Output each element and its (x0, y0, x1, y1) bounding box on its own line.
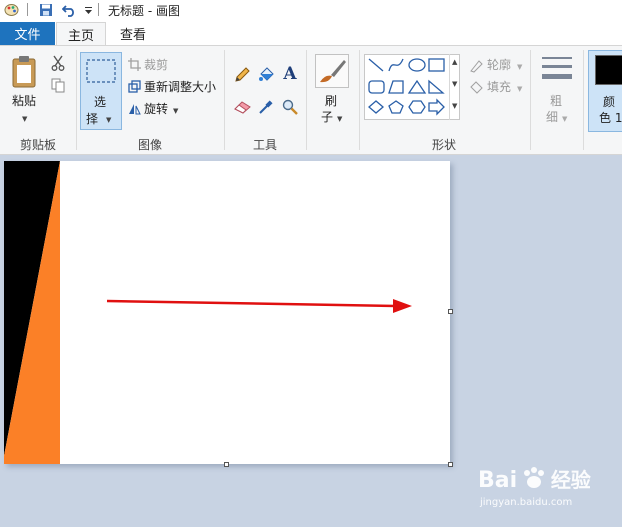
rotate-dropdown-arrow[interactable]: ▼ (173, 102, 178, 116)
ribbon-home: 粘贴 ▼ 剪贴板 选 择 ▼ 裁剪 重新调整大小 旋转 ▼ 图像 A 工具 刷 … (0, 45, 622, 155)
tools-group-label: 工具 (252, 138, 277, 152)
baidu-watermark: Bai 经验 jingyan.baidu.com (478, 464, 591, 508)
title-bar: 无标题 - 画图 (0, 0, 622, 20)
tab-home[interactable]: 主页 (56, 22, 106, 45)
brushes-label-2[interactable]: 子 (321, 108, 333, 125)
ribbon-tabs: 文件 主页 查看 (0, 20, 622, 45)
outline-button[interactable]: 轮廓 (487, 56, 511, 73)
size-label-2[interactable]: 细 (546, 108, 558, 125)
select-dropdown-arrow: ▼ (106, 116, 112, 124)
drawing-canvas[interactable] (4, 161, 450, 464)
clipboard-group-label: 剪贴板 (19, 138, 56, 152)
color1-label-1: 颜 (603, 95, 616, 109)
resize-button[interactable]: 重新调整大小 (144, 78, 216, 95)
shapes-gallery[interactable] (364, 54, 460, 120)
color1-button[interactable]: 颜 色 1 (588, 50, 622, 132)
shapes-group-label: 形状 (431, 138, 456, 152)
red-arrow-line (106, 299, 397, 308)
window-title: 无标题 - 画图 (108, 4, 180, 18)
color1-label-2: 色 1 (599, 111, 622, 125)
text-tool-icon[interactable]: A (281, 64, 299, 84)
fill-icon (468, 79, 484, 95)
select-button[interactable]: 选 择 ▼ (80, 52, 122, 130)
crop-icon (127, 57, 141, 71)
shapes-gallery-icons[interactable] (365, 55, 461, 121)
brush-icon[interactable] (315, 54, 349, 88)
copy-icon[interactable] (50, 77, 66, 93)
cut-icon[interactable] (50, 55, 66, 71)
canvas-resize-handle-corner[interactable] (448, 462, 453, 467)
shapes-gallery-scroll[interactable]: ▲ ▼ ▼ (449, 54, 461, 120)
crop-button[interactable]: 裁剪 (144, 56, 168, 73)
paste-button-label[interactable]: 粘贴 (12, 92, 36, 109)
paw-icon (523, 467, 544, 488)
brushes-dropdown-arrow[interactable]: ▼ (337, 110, 342, 124)
fill-bucket-icon[interactable] (257, 66, 275, 84)
undo-icon[interactable] (61, 2, 77, 18)
outline-dropdown-arrow[interactable]: ▼ (517, 58, 522, 72)
canvas-resize-handle-bottom[interactable] (224, 462, 229, 467)
line-thickness-icon[interactable] (540, 54, 574, 84)
rotate-icon (127, 101, 142, 115)
image-group-label: 图像 (137, 138, 162, 152)
select-label-2: 择 (86, 112, 99, 126)
color-picker-icon[interactable] (257, 98, 275, 116)
select-rectangle-icon (85, 57, 117, 85)
canvas-resize-handle-right[interactable] (448, 309, 453, 314)
magnifier-icon[interactable] (281, 98, 299, 116)
paint-app-icon[interactable] (3, 2, 19, 18)
watermark-url: jingyan.baidu.com (480, 497, 573, 508)
size-dropdown-arrow[interactable]: ▼ (562, 110, 567, 124)
brushes-label-1[interactable]: 刷 (325, 92, 337, 109)
fill-button[interactable]: 填充 (487, 78, 511, 95)
watermark-brand-2: 经验 (550, 468, 591, 492)
paste-icon[interactable] (8, 54, 42, 90)
color1-swatch (595, 55, 622, 85)
red-arrow-head (393, 299, 412, 313)
resize-icon (127, 79, 141, 93)
customize-quick-access-icon[interactable] (80, 2, 96, 18)
select-label-1: 选 (94, 95, 107, 109)
rotate-button[interactable]: 旋转 (144, 100, 168, 117)
tab-file[interactable]: 文件 (0, 22, 55, 45)
eraser-icon[interactable] (233, 98, 251, 116)
tab-view[interactable]: 查看 (110, 22, 156, 45)
save-icon[interactable] (38, 2, 54, 18)
watermark-brand: Bai (478, 468, 518, 493)
pencil-icon[interactable] (233, 66, 251, 84)
fill-dropdown-arrow[interactable]: ▼ (517, 80, 522, 94)
canvas-drawing[interactable] (4, 161, 450, 464)
size-label-1[interactable]: 粗 (550, 92, 562, 109)
outline-icon (468, 57, 484, 73)
paste-dropdown-arrow[interactable]: ▼ (22, 110, 27, 124)
